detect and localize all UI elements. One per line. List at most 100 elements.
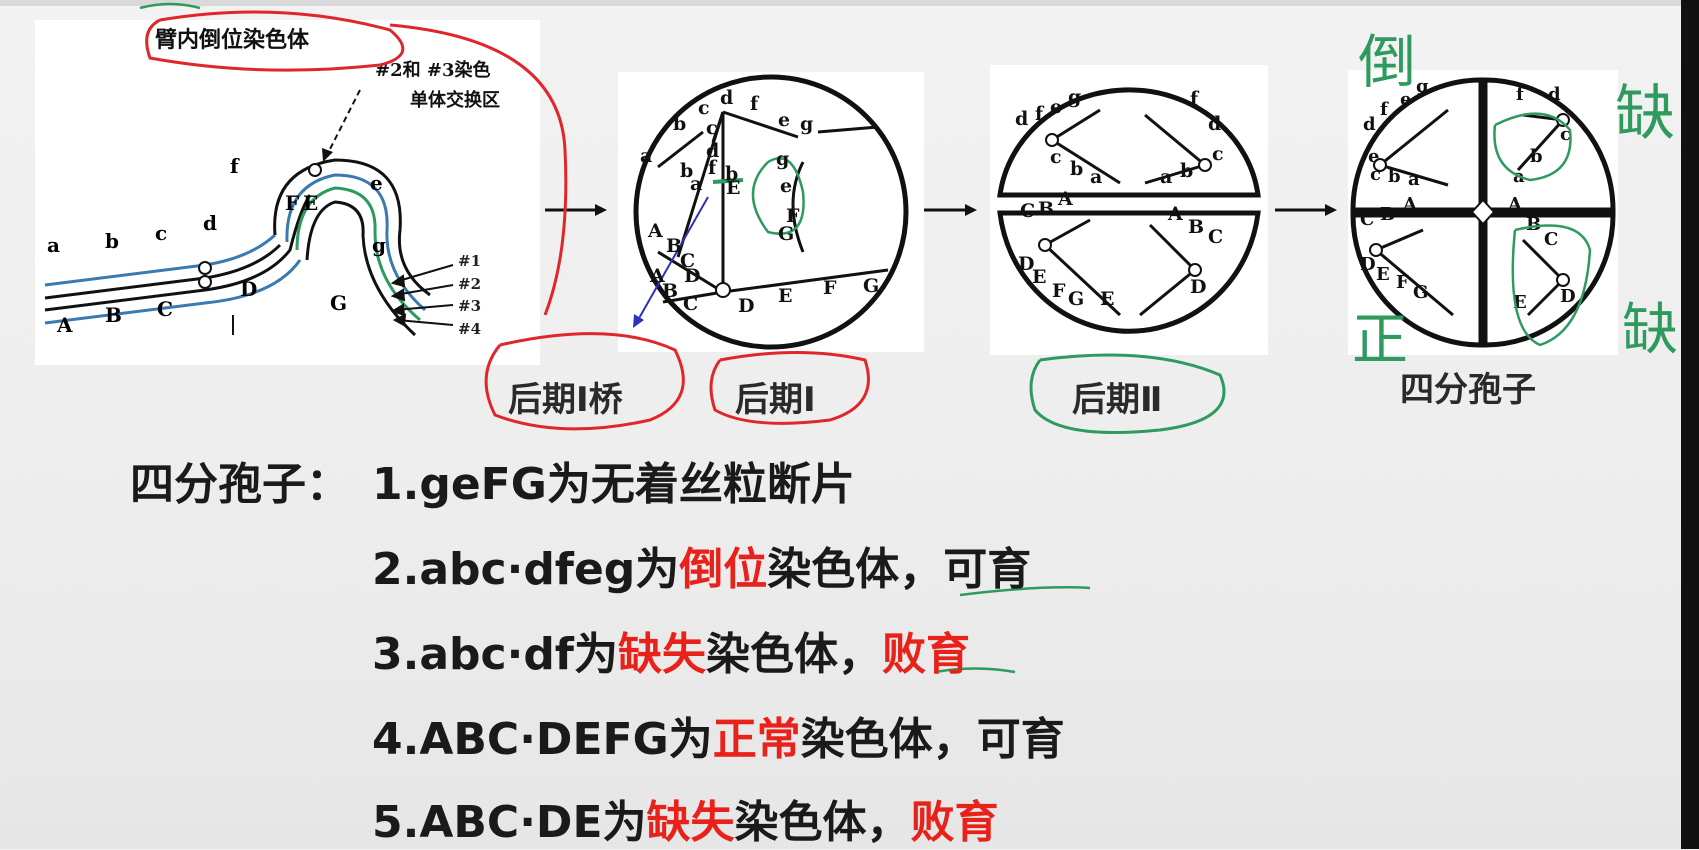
- stage-label-bridge: 后期Ⅰ桥: [508, 380, 623, 420]
- anaphase1-cell: bc d fe g aba cdf bEg eFG ABC DAB CDE FG: [633, 74, 909, 350]
- svg-text:G: G: [863, 275, 879, 297]
- outcome-4-fertility: 可育: [976, 714, 1065, 765]
- svg-text:e: e: [1050, 96, 1062, 118]
- svg-text:D: D: [240, 277, 257, 301]
- strand-label-4: #4: [458, 320, 482, 338]
- stage-label-anaphase2: 后期Ⅱ: [1072, 380, 1163, 420]
- svg-text:G: G: [330, 291, 347, 315]
- svg-text:d: d: [203, 211, 217, 235]
- outcome-2-fertility: 可育: [943, 544, 1032, 595]
- svg-text:b: b: [1070, 158, 1083, 180]
- svg-text:B: B: [1188, 216, 1204, 238]
- svg-text:a: a: [690, 173, 702, 195]
- svg-text:D: D: [684, 265, 700, 287]
- outcome-3-prefix: 3.abc·df为: [372, 629, 618, 680]
- svg-text:e: e: [370, 171, 383, 195]
- centromere-lower: [198, 275, 212, 289]
- outcome-list: 1.geFG为无着丝粒断片 2.abc·dfeg为倒位染色体，可育 3.abc·…: [372, 448, 1572, 848]
- svg-text:A: A: [1057, 188, 1073, 210]
- svg-text:C: C: [1544, 229, 1558, 250]
- arrow-3: [1275, 204, 1337, 216]
- svg-text:E: E: [1376, 264, 1390, 285]
- svg-text:e: e: [780, 175, 792, 197]
- svg-text:D: D: [1360, 254, 1376, 275]
- outcome-4-middle: 染色体，: [800, 714, 977, 765]
- svg-text:B: B: [1526, 214, 1541, 235]
- svg-text:F: F: [1396, 272, 1409, 293]
- outcome-5-type: 缺失: [646, 797, 735, 848]
- svg-text:c: c: [706, 117, 718, 139]
- svg-text:C: C: [683, 293, 698, 315]
- svg-text:b: b: [1530, 146, 1543, 167]
- svg-text:f: f: [230, 154, 240, 178]
- outcome-item-3: 3.abc·df为缺失染色体，败育: [372, 618, 970, 682]
- arrow-2: [915, 204, 977, 216]
- svg-text:d: d: [1363, 114, 1376, 135]
- svg-text:a: a: [1160, 166, 1172, 188]
- svg-text:d: d: [1208, 113, 1221, 135]
- svg-text:c: c: [155, 221, 167, 245]
- inversion-loop-panel: a b c d f F E e g A B C D G 臂内倒位染色体 #2和 …: [35, 20, 540, 365]
- svg-text:b: b: [1180, 160, 1193, 182]
- svg-text:C: C: [1360, 209, 1374, 230]
- svg-text:B: B: [105, 303, 122, 327]
- outcome-5-prefix: 5.ABC·DE为: [372, 797, 647, 848]
- handwriting-deletion-top: 缺: [1615, 79, 1675, 149]
- svg-text:F: F: [823, 277, 837, 299]
- strand-label-3: #3: [458, 297, 482, 315]
- strand-label-1: #1: [458, 252, 482, 270]
- svg-text:e: e: [778, 109, 790, 131]
- svg-text:F: F: [285, 191, 299, 215]
- outcome-2-type: 倒位: [679, 544, 768, 595]
- window-edge: [1681, 0, 1699, 849]
- outcome-item-5: 5.ABC·DE为缺失染色体，败育: [372, 786, 999, 850]
- svg-text:E: E: [1513, 292, 1527, 313]
- svg-text:g: g: [372, 233, 386, 257]
- svg-text:D: D: [1560, 286, 1576, 307]
- svg-text:c: c: [698, 97, 710, 119]
- crossover-point: [308, 163, 322, 177]
- svg-text:F: F: [1052, 280, 1066, 302]
- svg-text:a: a: [1408, 169, 1420, 190]
- svg-text:g: g: [800, 113, 813, 135]
- outcome-3-fertility: 败育: [881, 629, 970, 680]
- outcome-2-prefix: 2.abc·dfeg为: [372, 544, 680, 595]
- svg-text:E: E: [1032, 266, 1046, 288]
- svg-text:b: b: [105, 229, 119, 253]
- outcome-item-4: 4.ABC·DEFG为正常染色体，可育: [372, 703, 1065, 767]
- svg-text:D: D: [1190, 276, 1206, 298]
- strand-label-2: #2: [458, 275, 482, 293]
- svg-text:E: E: [303, 191, 318, 215]
- svg-text:a: a: [1090, 166, 1102, 188]
- svg-text:d: d: [720, 87, 733, 109]
- outcome-item-1: 1.geFG为无着丝粒断片: [372, 448, 855, 512]
- anaphase2-panel: dfeg cba fdc ab CBA ABC DEFG ED: [990, 65, 1268, 355]
- anaphase2-cells: dfeg cb a fdc ab CBA AB C DEF G ED: [997, 86, 1261, 334]
- svg-text:C: C: [1020, 200, 1035, 222]
- svg-text:A: A: [56, 313, 73, 337]
- outcome-item-2: 2.abc·dfeg为倒位染色体，可育: [372, 533, 1031, 597]
- svg-text:A: A: [1167, 203, 1183, 225]
- panel1-title: 臂内倒位染色体: [155, 27, 310, 53]
- exchange-label-1: #2和 #3染色: [375, 60, 491, 81]
- svg-text:c: c: [1560, 124, 1571, 145]
- svg-text:C: C: [157, 297, 173, 321]
- stage-label-anaphase1: 后期Ⅰ: [735, 380, 816, 420]
- svg-text:b: b: [673, 113, 686, 135]
- anaphase1-panel: bcd feg aba cdf bEg eFG ABC DAB CDE FG: [618, 72, 924, 352]
- svg-text:E: E: [778, 285, 792, 307]
- svg-text:d: d: [1548, 84, 1561, 105]
- svg-text:g: g: [1416, 76, 1429, 97]
- svg-text:c: c: [1212, 143, 1224, 165]
- outcome-2-middle: 染色体，: [767, 544, 944, 595]
- svg-text:A: A: [1507, 194, 1523, 215]
- outcome-3-middle: 染色体，: [705, 629, 882, 680]
- svg-text:f: f: [1516, 84, 1525, 105]
- svg-text:G: G: [1068, 288, 1084, 310]
- svg-text:c: c: [1370, 164, 1381, 185]
- svg-text:A: A: [647, 220, 663, 242]
- svg-text:a: a: [47, 233, 60, 257]
- svg-text:C: C: [1208, 226, 1223, 248]
- outcome-4-prefix: 4.ABC·DEFG为: [372, 714, 713, 765]
- top-border: [0, 0, 1699, 6]
